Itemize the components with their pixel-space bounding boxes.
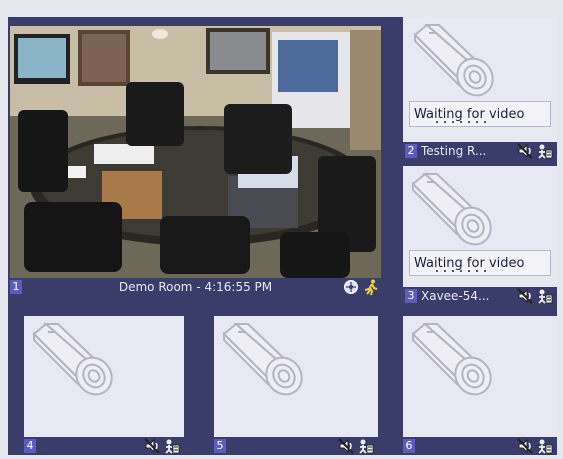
live-video-feed[interactable] — [10, 26, 381, 278]
camera-number[interactable]: 2 — [405, 144, 417, 158]
video-placeholder[interactable] — [24, 316, 184, 437]
camera-icon — [409, 19, 499, 101]
recording-off-icon[interactable] — [537, 143, 553, 159]
camera-number[interactable]: 3 — [405, 289, 417, 303]
camera-icon — [407, 168, 497, 250]
no-audio-icon[interactable] — [517, 143, 533, 159]
video-placeholder[interactable]: Waiting for video — [403, 166, 557, 287]
camera-icon — [28, 318, 118, 400]
camera-4-label-bar: 4 — [22, 437, 184, 455]
waiting-status: Waiting for video — [409, 250, 551, 276]
recording-off-icon[interactable] — [358, 438, 374, 454]
camera-1-label-bar: 1 Demo Room - 4:16:55 PM — [8, 278, 383, 296]
camera-name: Testing R... — [421, 144, 487, 158]
camera-tile-5[interactable]: 5 — [212, 316, 378, 455]
loading-dots — [436, 270, 486, 272]
waiting-for-video-text: Waiting for video — [414, 256, 525, 271]
motion-icon[interactable] — [363, 279, 379, 295]
camera-icon — [218, 318, 308, 400]
recording-off-icon[interactable] — [164, 438, 180, 454]
video-placeholder[interactable]: Waiting for video — [403, 17, 557, 142]
camera-tile-3[interactable]: Waiting for video 3 Xavee-54... — [403, 166, 557, 305]
waiting-status: Waiting for video — [409, 101, 551, 127]
camera-number[interactable]: 6 — [403, 439, 415, 453]
camera-2-label-bar: 2 Testing R... — [403, 142, 557, 160]
no-audio-icon[interactable] — [144, 438, 160, 454]
recording-off-icon[interactable] — [537, 438, 553, 454]
no-audio-icon[interactable] — [517, 438, 533, 454]
camera-tile-1[interactable]: 1 Demo Room - 4:16:55 PM — [8, 17, 383, 296]
camera-number[interactable]: 5 — [214, 439, 226, 453]
no-audio-icon[interactable] — [338, 438, 354, 454]
conference-room-image — [10, 26, 381, 278]
camera-number[interactable]: 4 — [24, 439, 36, 453]
camera-name: Xavee-54... — [421, 289, 490, 303]
camera-viewer: 1 Demo Room - 4:16:55 PM Waiting for vid… — [0, 0, 563, 459]
recording-off-icon[interactable] — [537, 288, 553, 304]
camera-3-label-bar: 3 Xavee-54... — [403, 287, 557, 305]
no-audio-icon[interactable] — [517, 288, 533, 304]
waiting-for-video-text: Waiting for video — [414, 107, 525, 122]
camera-tile-4[interactable]: 4 — [22, 316, 184, 455]
camera-grid: 1 Demo Room - 4:16:55 PM Waiting for vid… — [8, 17, 557, 455]
camera-icon — [407, 318, 497, 400]
ptz-icon[interactable] — [343, 279, 359, 295]
camera-name: Demo Room - 4:16:55 PM — [118, 280, 273, 294]
camera-tile-2[interactable]: Waiting for video 2 Testing R... — [403, 17, 557, 160]
camera-tile-6[interactable]: 6 — [401, 316, 557, 455]
camera-5-label-bar: 5 — [212, 437, 378, 455]
loading-dots — [436, 121, 486, 123]
video-placeholder[interactable] — [214, 316, 378, 437]
video-placeholder[interactable] — [403, 316, 557, 437]
camera-6-label-bar: 6 — [401, 437, 557, 455]
